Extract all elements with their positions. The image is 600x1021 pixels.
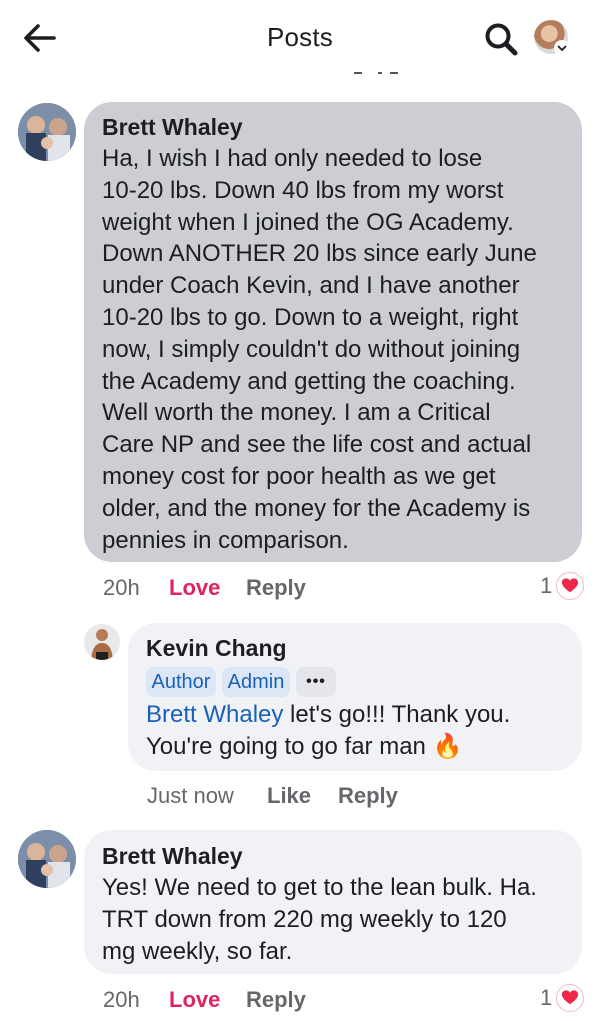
comment-author[interactable]: Brett Whaley — [102, 114, 243, 141]
comment-line: Care NP and see the life cost and actual — [102, 431, 532, 459]
comment-time: 20h — [103, 987, 140, 1012]
comment-line-text: You're going to go far man — [146, 732, 426, 760]
comment-line: Well worth the money. I am a Critical — [102, 399, 491, 427]
comment-line-text: let's go!!! Thank you. — [283, 701, 511, 728]
mention-link[interactable]: Brett Whaley — [146, 701, 283, 728]
comment-line: You're going to go far man 🔥 — [146, 731, 510, 763]
admin-badge: Admin — [222, 667, 290, 697]
comment-time: 20h — [103, 575, 140, 600]
comment-line: 10-20 lbs. Down 40 lbs from my worst — [102, 176, 504, 204]
comment-line: Down ANOTHER 20 lbs since early June — [102, 240, 537, 268]
reaction-summary[interactable]: 1 — [540, 572, 584, 601]
love-reaction-button[interactable]: Love — [169, 575, 220, 601]
comment-line: the Academy and getting the coaching. — [102, 367, 516, 395]
reply-button[interactable]: Reply — [338, 783, 398, 809]
partial-reply-text — [354, 72, 398, 76]
comment-line: Brett Whaley let's go!!! Thank you. — [146, 699, 510, 731]
heart-icon — [556, 984, 584, 1012]
comment-line: under Coach Kevin, and I have another — [102, 272, 520, 300]
profile-menu-button[interactable] — [534, 20, 574, 58]
comment-line: money cost for poor health as we get — [102, 462, 496, 490]
search-button[interactable] — [482, 20, 520, 58]
comment-actions: 20h Love Reply — [103, 987, 403, 1015]
comment-line: pennies in comparison. — [102, 526, 349, 554]
author-badge: Author — [146, 667, 216, 697]
comment-text: Brett Whaley let's go!!! Thank you. You'… — [146, 699, 510, 763]
avatar[interactable] — [18, 830, 76, 888]
comment-actions: Just now Like Reply — [147, 783, 447, 811]
avatar[interactable] — [18, 103, 76, 161]
reaction-count: 1 — [540, 985, 553, 1010]
reply-button[interactable]: Reply — [246, 987, 306, 1013]
comment-time: Just now — [147, 783, 234, 808]
comment-author[interactable]: Kevin Chang — [146, 635, 287, 662]
reaction-summary[interactable]: 1 — [540, 984, 584, 1013]
chevron-down-icon — [554, 40, 570, 56]
top-bar: Posts — [0, 0, 600, 78]
heart-icon — [556, 572, 584, 600]
comment-line: 10-20 lbs to go. Down to a weight, right — [102, 303, 519, 331]
comment-text: Ha, I wish I had only needed to lose 10-… — [102, 143, 537, 556]
comment-actions: 20h Love Reply — [103, 575, 403, 603]
love-reaction-button[interactable]: Love — [169, 987, 220, 1013]
reaction-count: 1 — [540, 573, 553, 598]
comment-line: weight when I joined the OG Academy. — [102, 208, 514, 236]
like-button[interactable]: Like — [267, 783, 311, 809]
comment-line: Yes! We need to get to the lean bulk. Ha… — [102, 874, 537, 901]
avatar[interactable] — [84, 624, 120, 660]
reply-button[interactable]: Reply — [246, 575, 306, 601]
fire-emoji-icon: 🔥 — [432, 732, 463, 760]
comment-line: TRT down from 220 mg weekly to 120 — [102, 905, 507, 933]
search-icon — [485, 23, 518, 56]
comment-text: Yes! We need to get to the lean bulk. Ha… — [102, 872, 537, 967]
more-badges-button[interactable]: ••• — [296, 667, 336, 697]
comment-author[interactable]: Brett Whaley — [102, 843, 243, 870]
comment-line: now, I simply couldn't do without joinin… — [102, 335, 521, 363]
comment-line: older, and the money for the Academy is — [102, 494, 531, 522]
comment-line: mg weekly, so far. — [102, 937, 293, 965]
more-icon: ••• — [306, 673, 326, 690]
comment-line: Ha, I wish I had only needed to lose — [102, 145, 483, 172]
